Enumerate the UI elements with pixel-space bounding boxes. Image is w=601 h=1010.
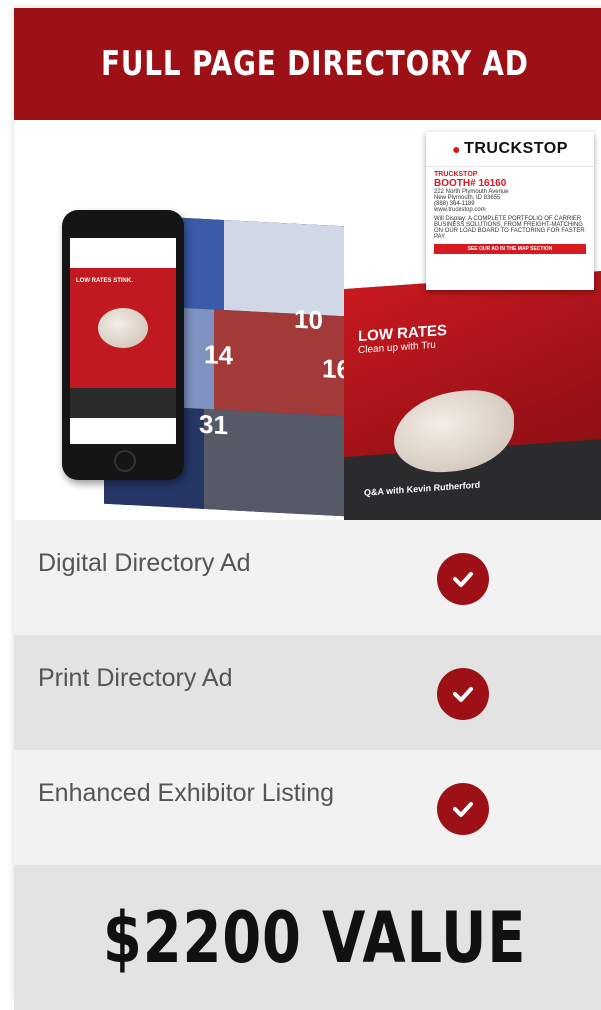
card-title: FULL PAGE DIRECTORY AD — [100, 44, 529, 84]
checkmark-icon — [437, 783, 489, 835]
hero-image: 10 14 16 31 LOW RATES Clean up with Tru … — [14, 120, 601, 520]
price-banner: $2200 VALUE — [14, 865, 601, 1010]
photo-number: 10 — [294, 303, 323, 336]
callout-booth: BOOTH# 16160 — [434, 178, 507, 189]
location-pin-icon: ● — [452, 141, 462, 157]
feature-row: Digital Directory Ad — [14, 520, 601, 635]
checkmark-icon — [437, 553, 489, 605]
magazine-qa: Q&A with Kevin Rutherford — [364, 479, 481, 498]
phone-home-button — [114, 450, 136, 472]
photo-number: 16 — [322, 353, 344, 385]
callout-website: www.truckstop.com — [434, 207, 486, 213]
truckstop-logo: ● TRUCKSTOP — [426, 132, 594, 167]
callout-description: Will Display: A COMPLETE PORTFOLIO OF CA… — [434, 216, 585, 240]
feature-row: Print Directory Ad — [14, 635, 601, 750]
phone-screen: LOW RATES STINK. — [70, 238, 176, 444]
ad-package-card: FULL PAGE DIRECTORY AD 10 14 16 31 LOW R… — [14, 8, 601, 1010]
feature-label: Print Directory Ad — [38, 664, 233, 692]
phone-mockup: LOW RATES STINK. — [62, 210, 184, 480]
photo-number: 14 — [204, 338, 233, 371]
callout-company: TRUCKSTOP — [434, 171, 478, 178]
price-value: $2200 VALUE — [102, 896, 527, 979]
booth-callout: ● TRUCKSTOP TRUCKSTOP BOOTH# 16160 222 N… — [426, 132, 594, 290]
checkmark-icon — [437, 668, 489, 720]
feature-label: Enhanced Exhibitor Listing — [38, 779, 335, 807]
feature-row: Enhanced Exhibitor Listing — [14, 750, 601, 865]
callout-map-link: SEE OUR AD IN THE MAP SECTION — [434, 244, 586, 254]
card-header: FULL PAGE DIRECTORY AD — [14, 8, 601, 120]
phone-headline: LOW RATES STINK. — [76, 278, 133, 284]
magazine-right-page: LOW RATES Clean up with Tru Q&A with Kev… — [344, 270, 601, 520]
feature-label: Digital Directory Ad — [38, 549, 251, 577]
photo-number: 31 — [199, 408, 228, 441]
